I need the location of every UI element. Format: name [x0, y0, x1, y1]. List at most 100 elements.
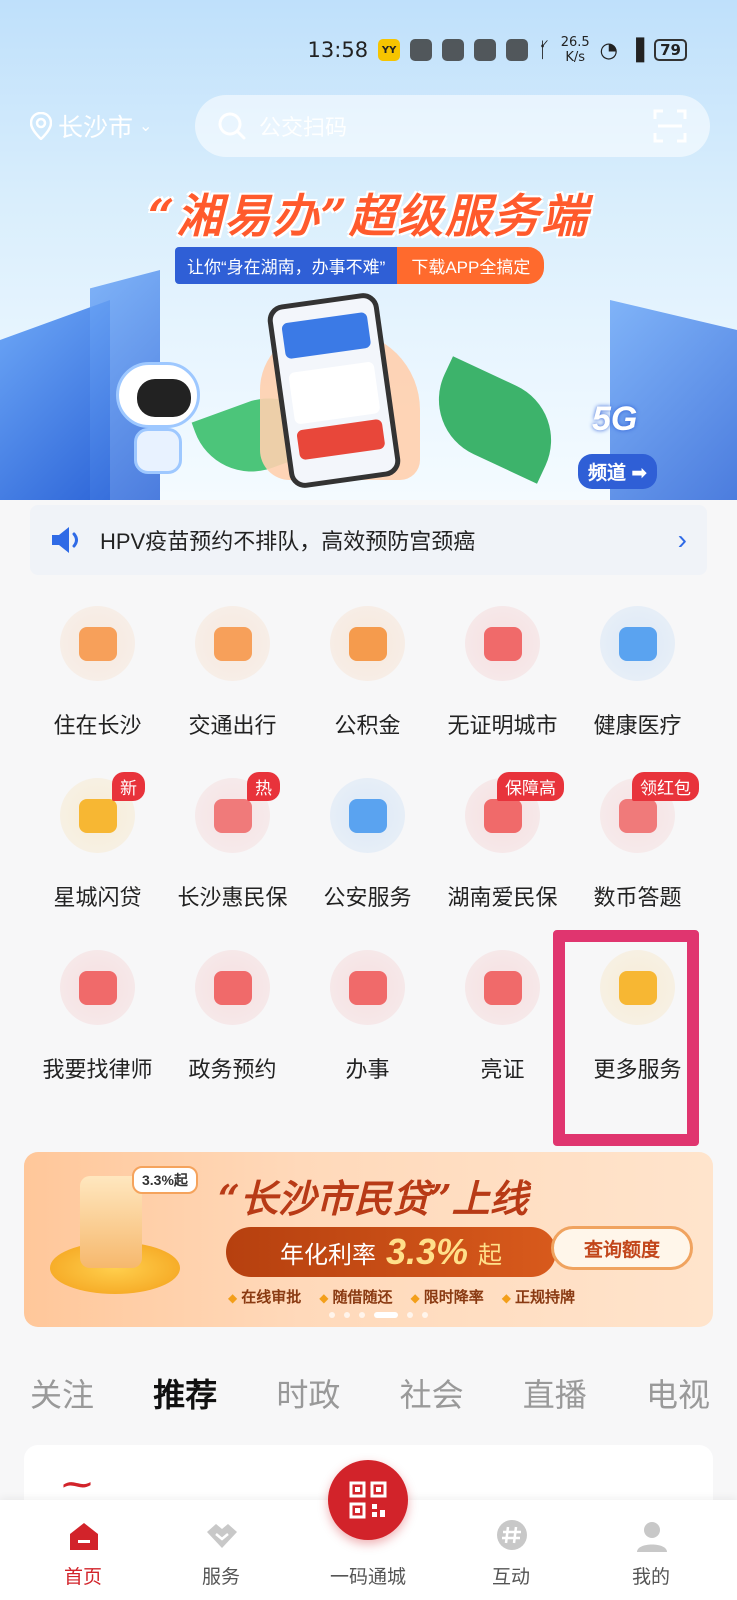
- service-item[interactable]: 政务预约: [165, 944, 300, 1104]
- eye-icon: [442, 39, 465, 61]
- service-item[interactable]: 热长沙惠民保: [165, 772, 300, 932]
- scan-icon[interactable]: [652, 108, 688, 144]
- service-label: 数币答题: [593, 885, 682, 910]
- user-icon: [637, 1522, 667, 1552]
- yuan-house-icon: [330, 606, 405, 681]
- nav-label: 互动: [491, 1567, 530, 1588]
- wifi-icon: ◔: [599, 38, 618, 62]
- carousel-dot[interactable]: [344, 1312, 350, 1318]
- news-tabs: 关注 推荐 时政 社会 直播 电视: [30, 1370, 710, 1416]
- carousel-dot[interactable]: [359, 1312, 365, 1318]
- rate-suffix: 起: [478, 1241, 503, 1269]
- banner-subtitle-row: 让你“身在湖南，办事不难” 下载APP全搞定: [175, 246, 545, 284]
- robot-mascot: [112, 362, 204, 480]
- status-time: 13:58: [307, 38, 369, 62]
- nav-mine[interactable]: 我的: [596, 1500, 706, 1600]
- 5g-channel-label: 频道: [588, 463, 627, 484]
- city-name: 长沙市: [58, 114, 134, 142]
- loan-title: “长沙市民贷”上线: [218, 1176, 528, 1221]
- service-item[interactable]: 健康医疗: [570, 600, 705, 760]
- leaf-decoration: [419, 356, 571, 484]
- notice-bar[interactable]: HPV疫苗预约不排队，高效预防宫颈癌 ›: [30, 505, 707, 575]
- nav-home[interactable]: 首页: [28, 1500, 138, 1600]
- tab-politics[interactable]: 时政: [276, 1370, 340, 1416]
- 5g-channel-button[interactable]: 频道 ➡: [578, 454, 658, 489]
- service-badge: 保障高: [497, 772, 564, 801]
- qr-code-button[interactable]: [328, 1460, 408, 1540]
- hero-banner[interactable]: 13:58 YY ᚶ 26.5 K/s ◔ ▐ 79 长沙市 ⌄ 公交扫码 “湘…: [0, 0, 737, 500]
- yy-app-icon: YY: [378, 39, 401, 61]
- speed-value: 26.5: [560, 35, 590, 50]
- service-item[interactable]: 领红包 数币答题: [570, 772, 705, 932]
- location-pin-icon: [30, 112, 52, 140]
- qr-code-icon: [349, 1481, 387, 1519]
- icon-glyph: [213, 970, 252, 1005]
- icon-glyph: [483, 970, 522, 1005]
- more-services-highlight: [553, 930, 699, 1146]
- service-label: 无证明城市: [447, 713, 558, 738]
- 5g-label: 5G: [592, 400, 638, 438]
- service-item[interactable]: 住在长沙: [30, 600, 165, 760]
- service-item[interactable]: 交通出行: [165, 600, 300, 760]
- speaker-icon: [52, 527, 78, 553]
- service-item[interactable]: 公积金: [300, 600, 435, 760]
- service-item[interactable]: 公安服务: [300, 772, 435, 932]
- 5g-channel-entry[interactable]: 5G 频道 ➡: [578, 400, 672, 494]
- nav-services[interactable]: 服务: [166, 1500, 276, 1600]
- nav-qr-city[interactable]: 一码通城: [313, 1460, 423, 1600]
- tab-follow[interactable]: 关注: [30, 1370, 94, 1416]
- search-icon: [218, 112, 246, 140]
- loan-rate-tag: 3.3%起: [132, 1166, 198, 1194]
- carousel-dot-active[interactable]: [374, 1312, 398, 1318]
- carousel-dot[interactable]: [422, 1312, 428, 1318]
- service-label: 健康医疗: [593, 713, 682, 738]
- query-limit-button[interactable]: 查询额度: [551, 1226, 693, 1270]
- service-item[interactable]: 新星城闪贷: [30, 772, 165, 932]
- service-label: 公积金: [334, 713, 401, 738]
- search-placeholder: 公交扫码: [259, 115, 348, 140]
- medkit-icon: [600, 606, 675, 681]
- nav-label: 服务: [201, 1567, 240, 1588]
- loan-feature: 正规持牌: [502, 1286, 575, 1307]
- service-label: 湖南爱民保: [447, 885, 558, 910]
- icon-glyph: [483, 798, 522, 833]
- service-item[interactable]: 无证明城市: [435, 600, 570, 760]
- nav-label: 我的: [631, 1567, 670, 1588]
- hashtag-bubble-icon: [497, 1520, 527, 1550]
- search-bar[interactable]: 公交扫码: [195, 95, 710, 157]
- loan-promo-banner[interactable]: 3.3%起 “长沙市民贷”上线 年化利率 3.3% 起 查询额度 在线审批 随借…: [24, 1152, 713, 1327]
- tab-live[interactable]: 直播: [523, 1370, 587, 1416]
- service-label: 长沙惠民保: [177, 885, 288, 910]
- carousel-dot[interactable]: [407, 1312, 413, 1318]
- service-item[interactable]: 亮证: [435, 944, 570, 1104]
- bluetooth-icon: ᚶ: [538, 38, 551, 62]
- tab-recommend[interactable]: 推荐: [153, 1370, 217, 1416]
- home-icon: [70, 1523, 98, 1550]
- service-badge: 热: [247, 772, 280, 801]
- bottom-nav: 首页 服务 一码通城 互动 我的: [0, 1460, 737, 1600]
- service-label: 星城闪贷: [53, 885, 142, 910]
- nfc-icon: [474, 39, 497, 61]
- handshake-icon: [207, 1524, 237, 1548]
- icon-glyph: [78, 626, 117, 661]
- tab-tv[interactable]: 电视: [646, 1370, 710, 1416]
- nav-interact[interactable]: 互动: [456, 1500, 566, 1600]
- service-item[interactable]: 我要找律师: [30, 944, 165, 1104]
- carousel-dots[interactable]: [329, 1312, 428, 1318]
- banner-cta[interactable]: 下载APP全搞定: [397, 246, 545, 284]
- clock-icon: [195, 950, 270, 1025]
- tab-society[interactable]: 社会: [400, 1370, 464, 1416]
- battery-indicator: 79: [654, 39, 687, 61]
- service-label: 交通出行: [188, 713, 277, 738]
- speed-unit: K/s: [565, 50, 585, 65]
- service-item[interactable]: 保障高湖南爱民保: [435, 772, 570, 932]
- rate-label: 年化利率: [279, 1241, 376, 1269]
- city-selector[interactable]: 长沙市 ⌄: [30, 108, 195, 144]
- police-badge-icon: [330, 778, 405, 853]
- service-item[interactable]: 办事: [300, 944, 435, 1104]
- icon-glyph: [483, 626, 522, 661]
- icon-glyph: [618, 798, 657, 833]
- service-label: 公安服务: [323, 885, 412, 910]
- id-phone-icon: [465, 606, 540, 681]
- carousel-dot[interactable]: [329, 1312, 335, 1318]
